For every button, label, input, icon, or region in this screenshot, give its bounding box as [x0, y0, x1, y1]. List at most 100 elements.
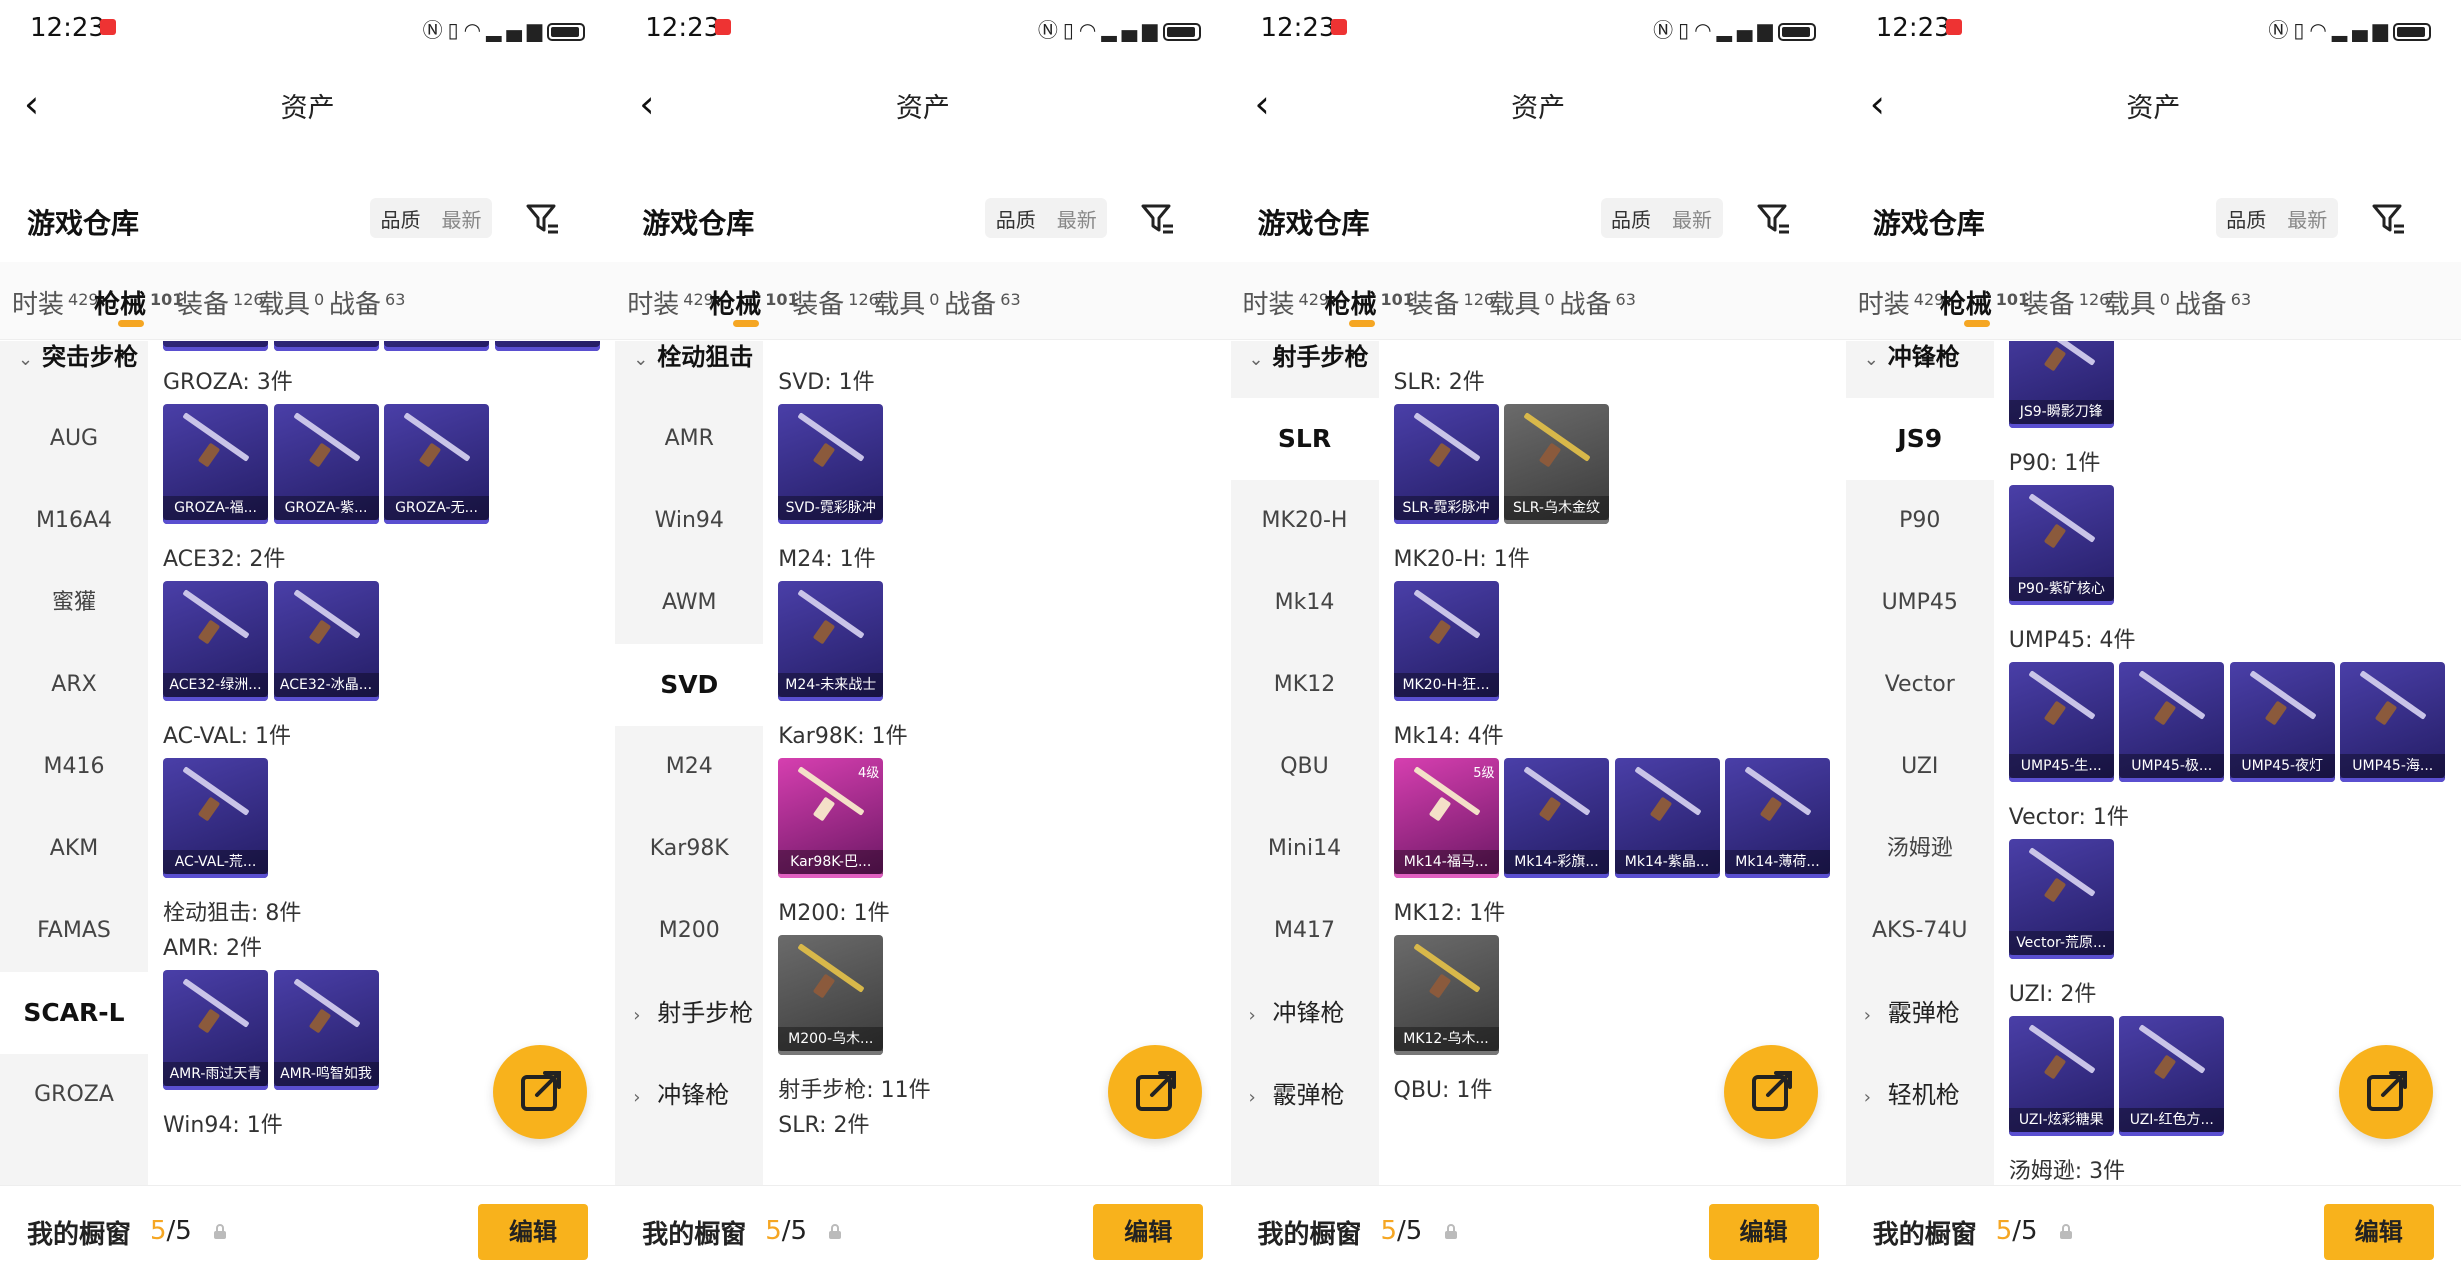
weapon-card[interactable]: SVD-霓彩脉冲	[778, 404, 884, 524]
weapon-card[interactable]: ACE32-冰晶...	[273, 581, 379, 701]
weapon-card-partial[interactable]	[384, 341, 489, 351]
sidebar-item[interactable]: MK12	[1231, 644, 1379, 726]
sort-quality-option[interactable]: 品质	[1601, 204, 1662, 233]
weapon-card[interactable]: AMR-雨过天青	[163, 970, 268, 1090]
filter-icon[interactable]	[1755, 200, 1791, 236]
sidebar-item[interactable]: M416	[0, 726, 148, 808]
share-button[interactable]	[1723, 1045, 1818, 1139]
tab-0[interactable]: 时装 429	[627, 284, 714, 321]
filter-icon[interactable]	[524, 200, 560, 236]
sidebar-item[interactable]: SCAR-L	[0, 972, 148, 1054]
edit-button[interactable]: 编辑	[2323, 1204, 2434, 1260]
sort-latest-option[interactable]: 最新	[1662, 204, 1723, 233]
sidebar-item[interactable]: Win94	[615, 480, 763, 562]
filter-icon[interactable]	[1139, 200, 1175, 236]
tab-4[interactable]: 战备 63	[1560, 284, 1636, 321]
sidebar-group[interactable]: ⌄ 栓动狙击	[615, 341, 763, 398]
sort-toggle[interactable]: 品质 最新	[370, 198, 492, 238]
sidebar-item[interactable]: QBU	[1231, 726, 1379, 808]
sidebar-item[interactable]: GROZA	[0, 1054, 148, 1136]
sidebar-item[interactable]: UZI	[1846, 726, 1994, 808]
weapon-card[interactable]: Mk14-薄荷...	[1725, 758, 1830, 878]
sidebar-item[interactable]: AMR	[615, 398, 763, 480]
sort-latest-option[interactable]: 最新	[1046, 204, 1107, 233]
sidebar-group[interactable]: › 霰弹枪	[1231, 1054, 1379, 1136]
sidebar-group[interactable]: › 射手步枪	[615, 972, 763, 1054]
sidebar-item[interactable]: 汤姆逊	[1846, 808, 1994, 890]
sort-toggle[interactable]: 品质 最新	[985, 198, 1108, 238]
sidebar-item[interactable]: M24	[615, 726, 763, 808]
sidebar-item[interactable]: AWM	[615, 562, 763, 644]
sidebar-item[interactable]: Kar98K	[615, 808, 763, 890]
weapon-card-partial[interactable]	[273, 341, 379, 351]
tab-0[interactable]: 时装 429	[1858, 284, 1945, 321]
tab-3[interactable]: 载具 0	[258, 284, 324, 321]
sidebar-item[interactable]: UMP45	[1846, 562, 1994, 644]
tab-4[interactable]: 战备 63	[329, 284, 405, 321]
edit-button[interactable]: 编辑	[1093, 1204, 1204, 1260]
tab-2[interactable]: 装备 126	[2023, 284, 2110, 321]
weapon-card[interactable]: M200-乌木...	[778, 935, 884, 1055]
tab-3[interactable]: 载具 0	[1489, 284, 1555, 321]
edit-button[interactable]: 编辑	[1708, 1204, 1819, 1260]
weapon-card[interactable]: Vector-荒原...	[2008, 839, 2114, 959]
tab-1[interactable]: 枪械 101	[1940, 284, 2029, 321]
sort-latest-option[interactable]: 最新	[2277, 204, 2338, 233]
weapon-card[interactable]: Mk14-彩旗...	[1504, 758, 1609, 878]
weapon-card[interactable]: UMP45-夜灯	[2229, 662, 2335, 782]
sidebar-group[interactable]: › 轻机枪	[1846, 1054, 1994, 1136]
weapon-card[interactable]: MK20-H-狂...	[1393, 581, 1499, 701]
edit-button[interactable]: 编辑	[478, 1204, 588, 1260]
sidebar-item[interactable]: SLR	[1230, 398, 1379, 480]
tab-3[interactable]: 载具 0	[2104, 284, 2170, 321]
sort-quality-option[interactable]: 品质	[370, 204, 431, 233]
tab-2[interactable]: 装备 126	[1408, 284, 1495, 321]
sidebar-item[interactable]: Mk14	[1231, 562, 1379, 644]
weapon-card[interactable]: ACE32-绿洲...	[163, 581, 268, 701]
sidebar-item[interactable]: M417	[1231, 890, 1379, 972]
weapon-card-partial[interactable]	[494, 341, 600, 351]
weapon-card[interactable]: 4级 Kar98K-巴...	[778, 758, 884, 878]
weapon-card[interactable]: GROZA-无...	[384, 404, 489, 524]
sidebar-group[interactable]: › 霰弹枪	[1846, 972, 1994, 1054]
sidebar-item[interactable]: SVD	[615, 644, 764, 726]
tab-3[interactable]: 载具 0	[873, 284, 939, 321]
share-button[interactable]	[1108, 1045, 1203, 1139]
weapon-card[interactable]: M24-未来战士	[778, 581, 884, 701]
sidebar-item[interactable]: AUG	[0, 398, 148, 480]
tab-1[interactable]: 枪械 101	[94, 284, 183, 321]
weapon-card[interactable]: AC-VAL-荒...	[163, 758, 268, 878]
tab-4[interactable]: 战备 63	[2175, 284, 2251, 321]
weapon-card[interactable]: GROZA-紫...	[273, 404, 379, 524]
share-button[interactable]	[2338, 1045, 2433, 1139]
sidebar-group[interactable]: ⌄ 冲锋枪	[1846, 341, 1994, 398]
weapon-card[interactable]: UMP45-海...	[2340, 662, 2446, 782]
weapon-card[interactable]: P90-紫矿核心	[2008, 485, 2114, 605]
sidebar-item[interactable]: MK20-H	[1231, 480, 1379, 562]
weapon-card[interactable]: 5级 Mk14-福马...	[1393, 758, 1499, 878]
weapon-card[interactable]: UZI-红色方...	[2119, 1016, 2225, 1136]
sidebar-item[interactable]: Mini14	[1231, 808, 1379, 890]
tab-2[interactable]: 装备 126	[792, 284, 879, 321]
tab-1[interactable]: 枪械 101	[709, 284, 798, 321]
sidebar-item[interactable]: FAMAS	[0, 890, 148, 972]
weapon-card[interactable]: SLR-乌木金纹	[1504, 404, 1609, 524]
weapon-card-partial[interactable]	[163, 341, 268, 351]
sidebar-item[interactable]: M200	[615, 890, 763, 972]
sort-toggle[interactable]: 品质 最新	[1600, 198, 1723, 238]
tab-4[interactable]: 战备 63	[944, 284, 1020, 321]
weapon-card[interactable]: UMP45-生...	[2008, 662, 2114, 782]
sort-quality-option[interactable]: 品质	[985, 204, 1046, 233]
filter-icon[interactable]	[2370, 200, 2406, 236]
sidebar-item[interactable]: P90	[1846, 480, 1994, 562]
sidebar-group[interactable]: › 冲锋枪	[615, 1054, 763, 1136]
weapon-card[interactable]: JS9-瞬影刀锋	[2008, 341, 2114, 428]
sidebar-group[interactable]: ⌄ 射手步枪	[1231, 341, 1379, 398]
tab-2[interactable]: 装备 126	[177, 284, 264, 321]
weapon-card[interactable]: AMR-鸣智如我	[273, 970, 379, 1090]
sidebar-item[interactable]: ARX	[0, 644, 148, 726]
sidebar-group[interactable]: › 冲锋枪	[1231, 972, 1379, 1054]
sidebar-item[interactable]: JS9	[1845, 398, 1994, 480]
sidebar-item[interactable]: AKM	[0, 808, 148, 890]
weapon-card[interactable]: SLR-霓彩脉冲	[1393, 404, 1499, 524]
